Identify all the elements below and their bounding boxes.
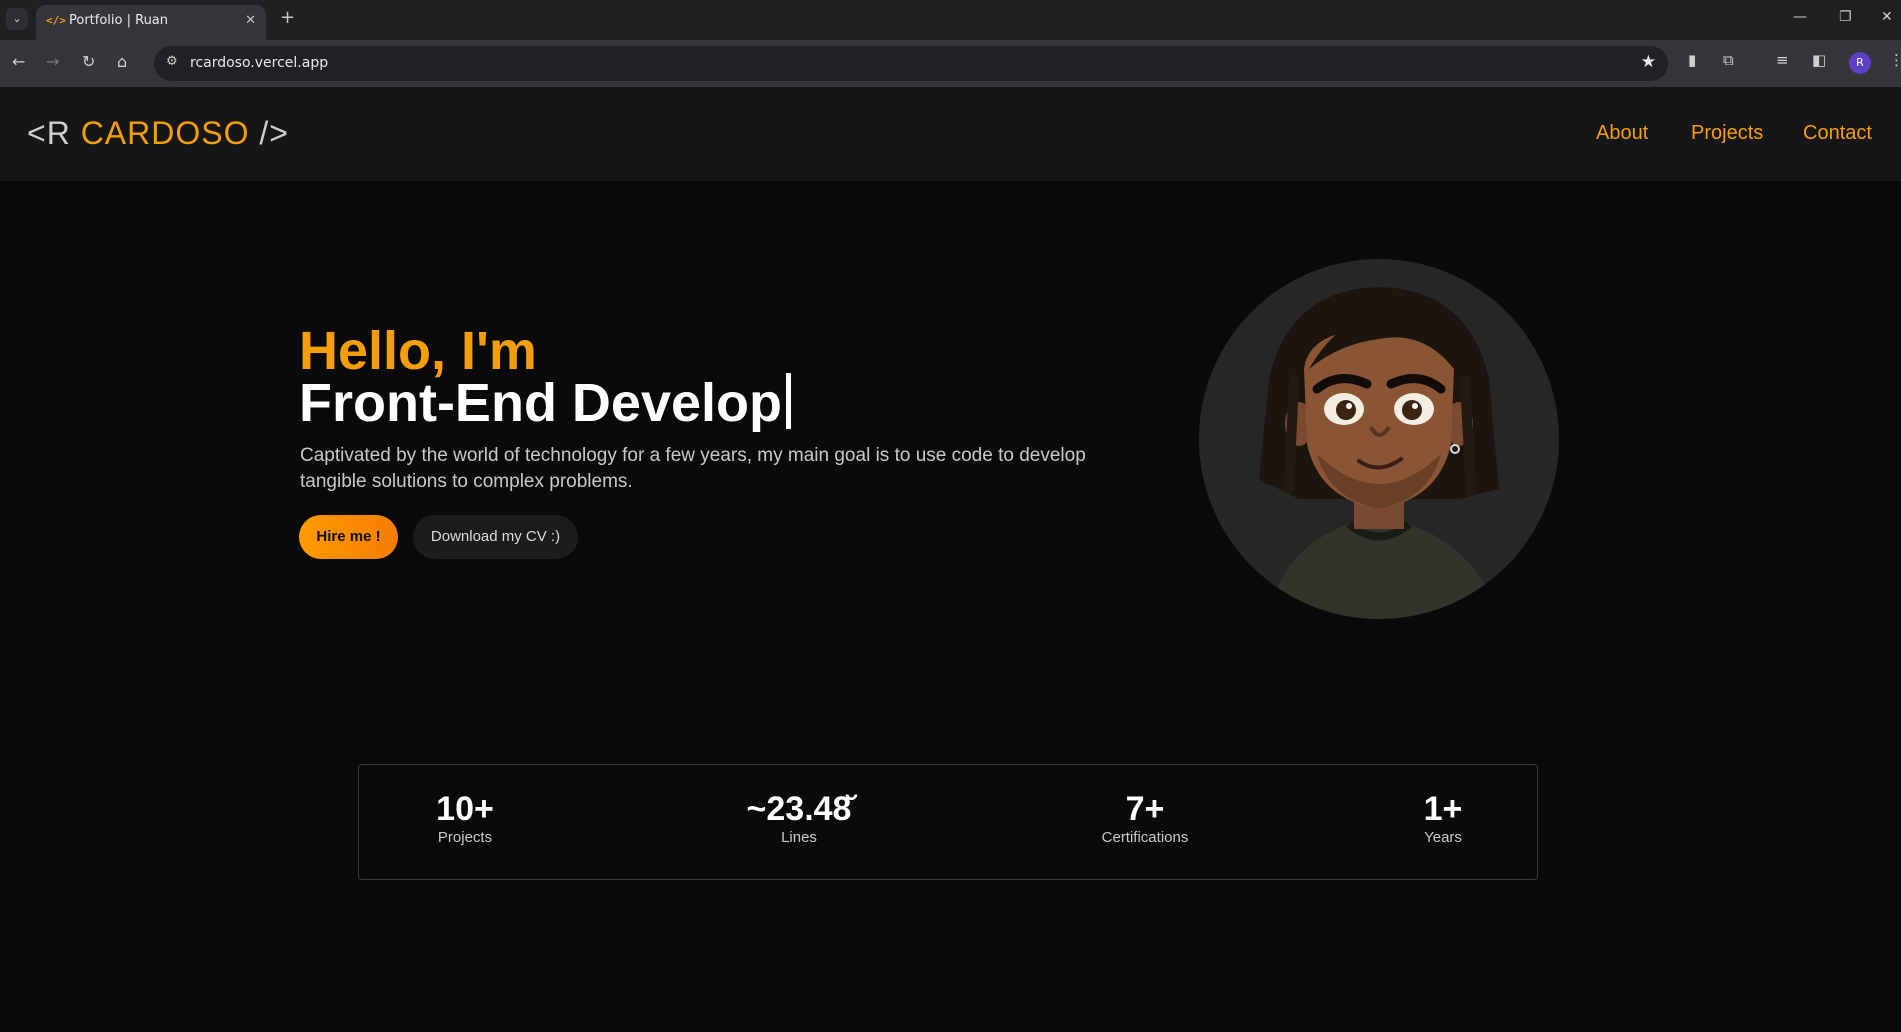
hero-description: Captivated by the world of technology fo… [300, 445, 1086, 492]
profile-avatar[interactable]: R [1849, 52, 1871, 74]
stat-lines: ~23.48̆ Lines [699, 791, 899, 846]
stat-label: Certifications [1101, 829, 1189, 846]
bookmark-star-icon[interactable]: ★ [1641, 52, 1656, 72]
logo-open-tag: <R [27, 115, 81, 151]
logo-name: CARDOSO [80, 115, 250, 151]
stats-panel: 10+ Projects ~23.48̆ Lines 7+ Certificat… [358, 764, 1538, 880]
site-info-icon[interactable]: ⚙ [166, 54, 178, 69]
stat-years: 1+ Years [1343, 791, 1543, 846]
url-text[interactable]: rcardoso.vercel.app [190, 55, 328, 71]
stat-value: 10+ [436, 790, 494, 828]
new-tab-icon[interactable]: + [280, 7, 295, 28]
hero-role-line: Front-End Develop [299, 372, 791, 434]
tab-search-button[interactable]: ⌄ [6, 8, 28, 30]
hero-role-text: Front-End Develop [299, 373, 782, 433]
stat-label: Lines [781, 829, 817, 846]
stat-label: Years [1424, 829, 1462, 846]
side-panel-icon[interactable]: ◧ [1812, 51, 1826, 69]
menu-icon[interactable]: ⋮ [1889, 51, 1901, 69]
extension-icon[interactable]: ▮ [1688, 51, 1696, 69]
stat-value: 7+ [1125, 790, 1165, 828]
code-icon: </> [46, 14, 66, 27]
stat-label: Projects [437, 829, 493, 846]
minimize-icon[interactable]: — [1793, 9, 1807, 25]
browser-tab-active[interactable]: </> Portfolio | Ruan ✕ [36, 5, 266, 40]
forward-icon[interactable]: → [46, 52, 59, 71]
nav-link-projects[interactable]: Projects [1691, 122, 1763, 145]
media-icon[interactable]: ≡ [1776, 51, 1789, 69]
stat-value: 1+ [1423, 790, 1463, 828]
back-icon[interactable]: ← [12, 52, 25, 71]
logo-close-tag: /> [249, 115, 289, 151]
typing-caret [786, 373, 791, 429]
close-window-icon[interactable]: ✕ [1881, 9, 1893, 25]
nav-link-contact[interactable]: Contact [1803, 122, 1872, 145]
browser-tab-bar: ⌄ </> Portfolio | Ruan ✕ + — ❐ ✕ [0, 0, 1901, 40]
download-cv-button[interactable]: Download my CV :) [413, 515, 578, 559]
stat-value: ~23.48̆ [746, 790, 852, 828]
stat-projects: 10+ Projects [365, 791, 565, 846]
restore-icon[interactable]: ❐ [1839, 9, 1852, 25]
close-tab-icon[interactable]: ✕ [245, 13, 256, 28]
home-icon[interactable]: ⌂ [117, 52, 127, 71]
stat-certifications: 7+ Certifications [1045, 791, 1245, 846]
address-bar[interactable]: ⚙ rcardoso.vercel.app ★ [154, 46, 1668, 81]
browser-toolbar: ← → ↻ ⌂ ⚙ rcardoso.vercel.app ★ ▮ ⧉ ≡ ◧ … [0, 40, 1901, 87]
avatar-illustration [1199, 259, 1559, 619]
reload-icon[interactable]: ↻ [82, 52, 95, 71]
site-header: <R CARDOSO /> About Projects Contact [0, 87, 1901, 181]
nav-link-about[interactable]: About [1596, 122, 1648, 145]
tab-title: Portfolio | Ruan [69, 13, 169, 28]
puzzle-icon[interactable]: ⧉ [1723, 51, 1734, 69]
avatar [1199, 259, 1559, 619]
hire-me-button[interactable]: Hire me ! [299, 515, 398, 559]
site-logo[interactable]: <R CARDOSO /> [27, 115, 289, 152]
